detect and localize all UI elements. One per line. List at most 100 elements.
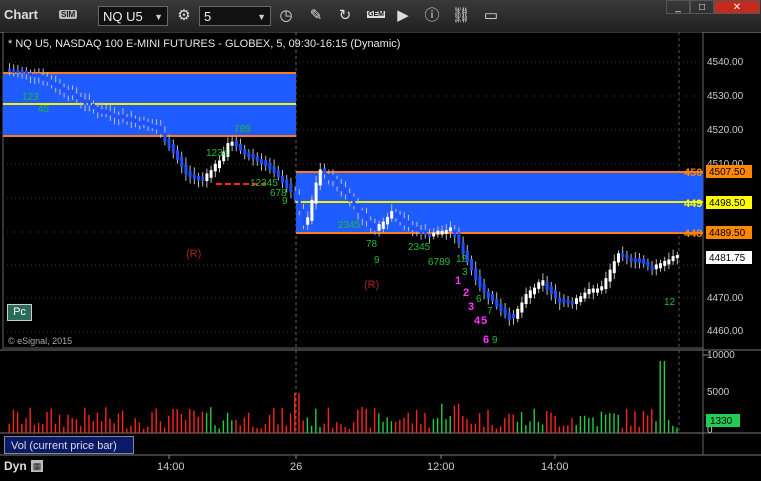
candle-body [667,259,671,265]
candle-body [331,174,335,182]
time-label: 12:00 [427,461,455,473]
maximize-button[interactable]: □ [690,0,714,14]
pencil-icon[interactable]: ✎ [306,6,326,26]
candle-body [650,265,654,271]
candle-body [339,184,343,192]
candle-body [314,182,318,204]
volume-bar [357,409,359,433]
volume-bar [277,424,279,433]
volume-bar [642,411,645,433]
volume-bar [344,426,346,433]
gear-icon[interactable]: ⚙ [174,6,194,26]
candle-body [629,257,633,262]
volume-bar [172,409,174,433]
chevron-down-icon: ▼ [154,12,163,22]
volume-bar [529,421,531,433]
volume-bar [260,428,262,433]
candle-body [205,173,209,182]
volume-bar [415,409,418,433]
link-icon[interactable]: ⛓ [451,6,471,26]
candle-body [150,123,154,129]
price-tick: 4460.00 [707,326,744,337]
candle-body [587,288,591,295]
price-tick: 4530.00 [707,91,744,102]
volume-bar [302,420,304,433]
candle-body [499,303,503,311]
count-4: 4 [474,315,481,327]
volume-bar [193,410,195,433]
volume-bar [96,412,99,433]
candle-body [188,171,192,178]
candle-body [197,176,200,181]
candle-body [675,255,679,259]
symbol-select[interactable]: NQ U5 ▼ [98,6,168,26]
price-tag: 4481.75 [709,253,746,264]
volume-bar [613,413,615,433]
refresh-icon[interactable]: ↻ [335,6,355,26]
chevron-down-icon: ▼ [257,12,266,22]
candle-body [365,213,368,222]
play-icon[interactable]: ▶ [393,6,413,26]
price-tag: 4489.50 [709,228,746,239]
gem-badge[interactable]: GEM [367,11,385,18]
volume-bar [58,414,61,433]
volume-bar [147,426,149,433]
volume-bar [294,393,296,433]
svg-text:7: 7 [487,306,493,317]
count-6: 6 [483,334,489,346]
candle-body [58,83,62,89]
clock-icon[interactable]: ◷ [276,6,296,26]
info-icon[interactable]: ⓘ [422,6,442,26]
candle-body [20,69,24,74]
candle-body [604,278,608,290]
volume-bar [420,424,422,433]
candle-body [289,183,293,193]
volume-bar [281,407,283,433]
candle-body [402,218,406,226]
volume-bar [348,428,351,433]
candle-body [373,223,377,231]
candle-body [646,261,650,267]
candle-body [234,140,238,147]
dyn-label[interactable]: Dyn [4,459,27,473]
close-button[interactable]: ✕ [714,0,760,14]
count-1: 1 [455,275,461,287]
candle-body [318,169,322,186]
volume-bar [71,418,73,433]
candle-body [87,99,91,106]
r-mark: (R) [186,248,201,260]
volume-bar [449,415,451,433]
candle-body [163,132,167,142]
candle-body [533,287,536,295]
pc-button[interactable]: Pc [7,304,32,321]
candle-body [671,256,675,262]
volume-bar [676,427,678,433]
volume-bar [499,426,502,433]
comment-icon[interactable]: ▭ [481,6,501,26]
svg-text:9: 9 [282,196,288,207]
volume-bar [550,412,552,433]
volume-bar [579,416,582,433]
candle-body [600,286,604,291]
price-chart[interactable]: 123123412345 6789789 2345789 23456789 12 … [0,32,761,481]
volume-bar [546,411,548,433]
time-label: 14:00 [541,461,569,473]
candle-body [423,229,427,235]
candle-body [369,220,373,229]
volume-bar [63,427,65,433]
interval-select[interactable]: 5 ▼ [199,6,271,26]
volume-bar [168,415,170,433]
time-label: 26 [290,461,303,473]
volume-bar [54,423,57,433]
volume-bar [672,425,674,433]
vol-tick: 10000 [707,350,735,361]
volume-bar [609,413,611,433]
minimize-button[interactable]: _ [666,0,690,14]
volume-bar [130,425,132,433]
sim-badge: SIM [59,10,78,19]
settings-icon[interactable]: ▦ [31,460,43,472]
volume-bar [407,412,409,433]
candle-body [596,288,599,293]
volume-study-tab[interactable]: Vol (current price bar) [4,436,134,454]
candle-body [486,291,490,299]
